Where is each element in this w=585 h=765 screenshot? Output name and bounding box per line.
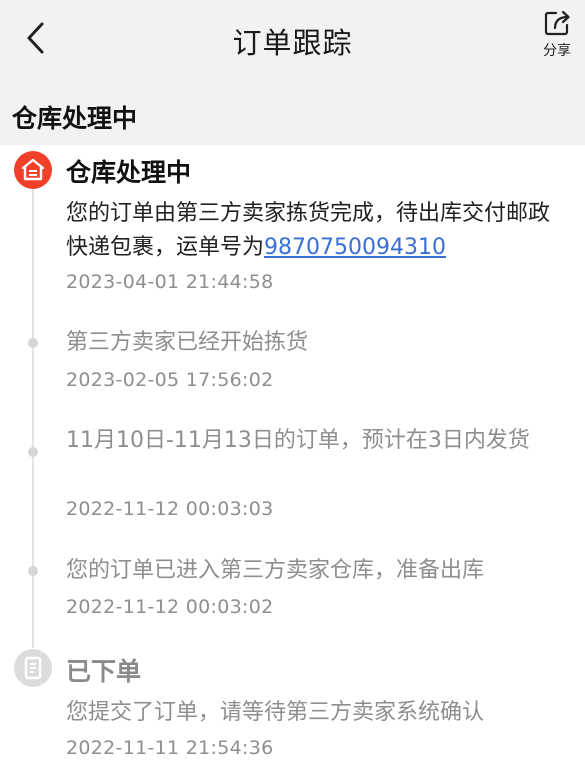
timeline-event-desc: 第三方卖家已经开始拣货 <box>66 330 309 355</box>
timeline-line <box>32 178 34 648</box>
order-placed-time: 2022-11-11 21:54:36 <box>66 737 274 759</box>
timeline-dot <box>28 338 38 348</box>
timeline-event-desc: 您的订单已进入第三方卖家仓库，准备出库 <box>66 558 485 583</box>
order-placed-title: 已下单 <box>66 657 142 686</box>
warehouse-icon <box>14 151 52 189</box>
header-bar: 订单跟踪 分享 仓库处理中 <box>0 0 585 145</box>
tracking-number-link[interactable]: 9870750094310 <box>264 235 446 260</box>
timeline-dot <box>28 447 38 457</box>
current-event-title: 仓库处理中 <box>66 158 192 187</box>
timeline-event-time: 2022-11-12 00:03:03 <box>66 498 274 520</box>
timeline-dot <box>28 566 38 576</box>
order-document-icon <box>14 649 52 687</box>
current-event-time: 2023-04-01 21:44:58 <box>66 271 274 293</box>
timeline-event-desc: 11月10日-11月13日的订单，预计在3日内发货 <box>66 428 530 453</box>
timeline-event-time: 2023-02-05 17:56:02 <box>66 369 274 391</box>
share-export-icon <box>544 10 570 36</box>
current-event-desc: 您的订单由第三方卖家拣货完成，待出库交付邮政快递包裹，运单号为987075009… <box>66 197 566 265</box>
status-heading: 仓库处理中 <box>12 104 138 133</box>
page-title: 订单跟踪 <box>232 26 353 60</box>
timeline-event-time: 2022-11-12 00:03:02 <box>66 596 274 618</box>
share-button[interactable]: 分享 <box>532 8 582 68</box>
share-label: 分享 <box>543 43 571 59</box>
order-placed-desc: 您提交了订单，请等待第三方卖家系统确认 <box>66 700 485 725</box>
